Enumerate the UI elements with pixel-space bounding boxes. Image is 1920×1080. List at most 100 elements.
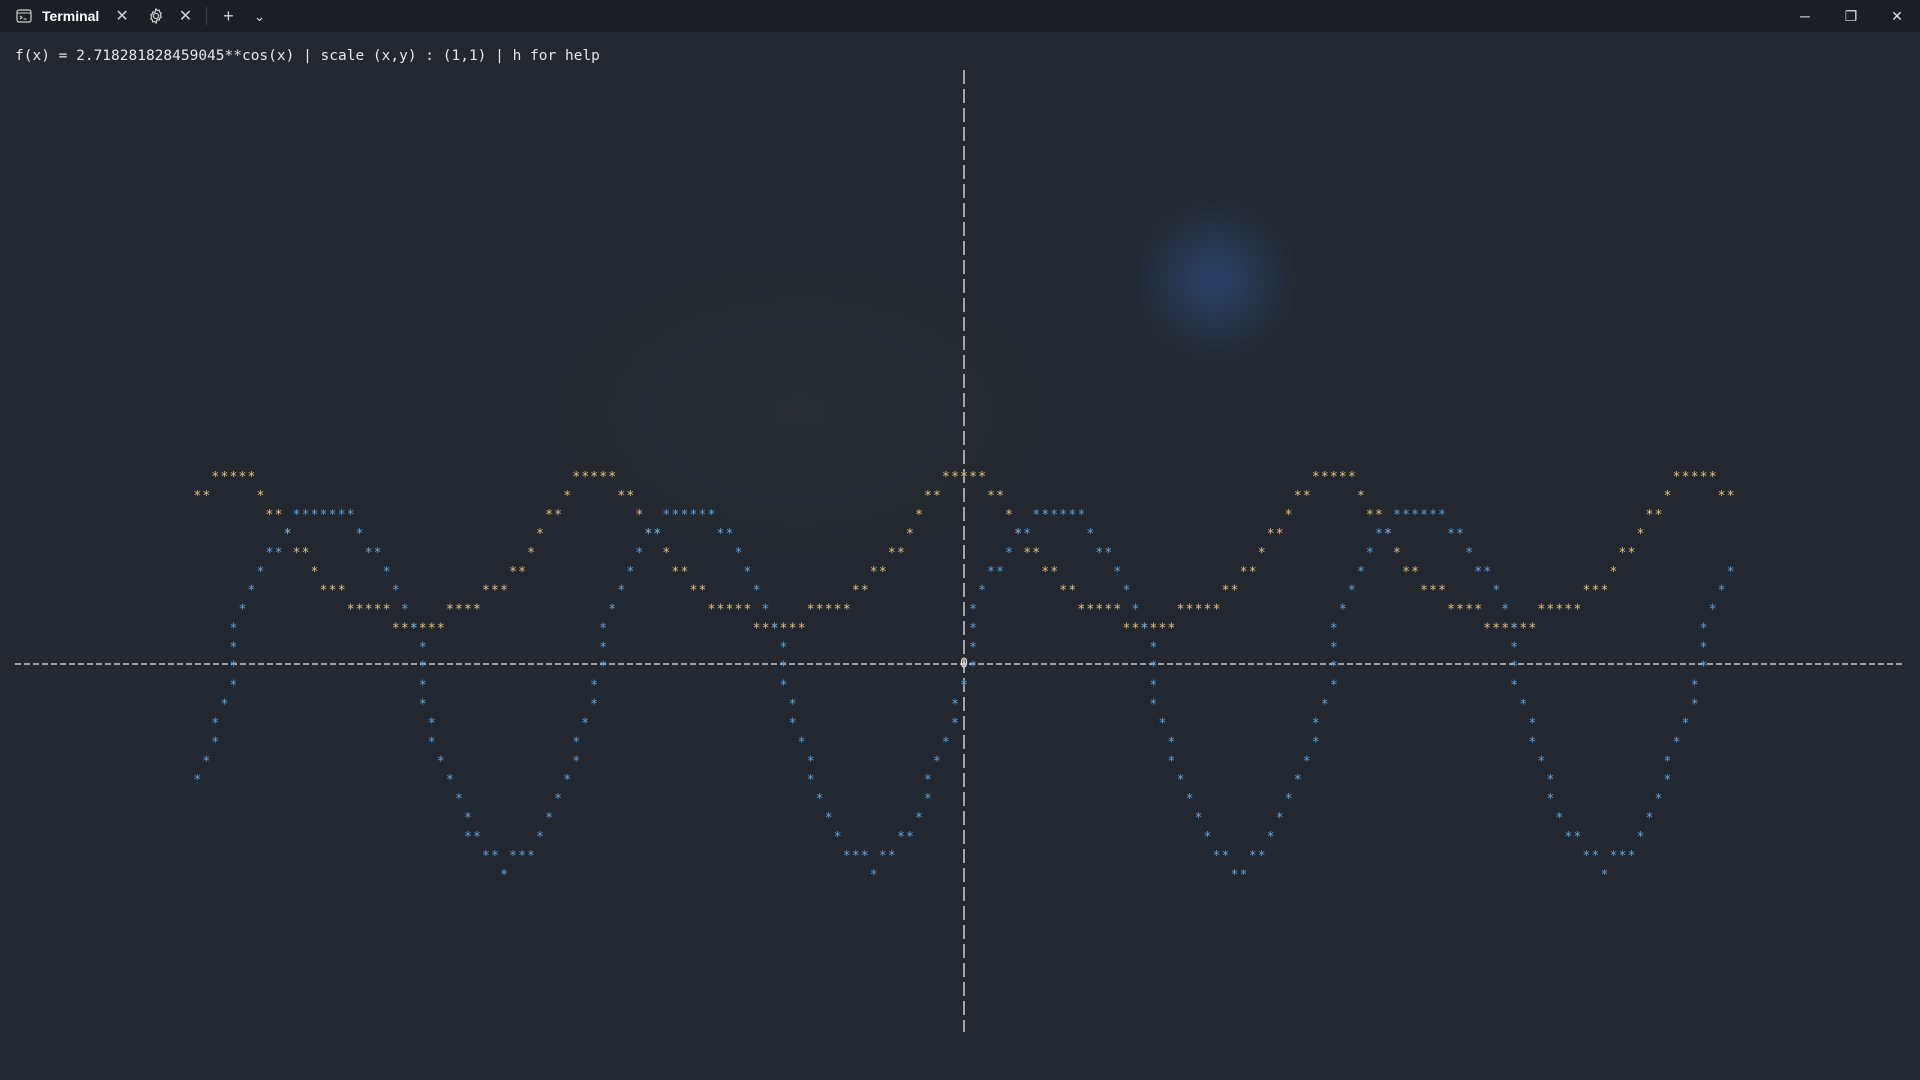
- series-secondary-point: *: [518, 849, 526, 864]
- series-secondary-point: *: [780, 678, 788, 693]
- series-secondary-point: *: [473, 830, 481, 845]
- series-primary-point: *: [257, 489, 265, 504]
- series-secondary-point: *: [1077, 508, 1085, 523]
- series-secondary-point: *: [1068, 508, 1076, 523]
- series-secondary-point: *: [464, 811, 472, 826]
- series-secondary-point: *: [1195, 811, 1203, 826]
- series-secondary-point: *: [1573, 830, 1581, 845]
- gear-icon[interactable]: [147, 7, 165, 25]
- series-primary-point: *: [1555, 603, 1563, 618]
- series-primary-point: *: [1447, 603, 1455, 618]
- series-secondary-point: *: [798, 735, 806, 750]
- series-primary-point: *: [762, 622, 770, 637]
- series-secondary-point: *: [1330, 678, 1338, 693]
- series-primary-point: *: [626, 489, 634, 504]
- series-secondary-point: *: [302, 508, 310, 523]
- tab-terminal[interactable]: Terminal ✕: [0, 0, 139, 32]
- series-secondary-point: *: [202, 754, 210, 769]
- series-secondary-point: *: [257, 565, 265, 580]
- series-primary-point: *: [1213, 603, 1221, 618]
- series-secondary-point: *: [771, 622, 779, 637]
- series-primary-point: *: [491, 584, 499, 599]
- series-primary-point: *: [1285, 508, 1293, 523]
- series-secondary-point: *: [762, 603, 770, 618]
- series-secondary-point: *: [1059, 508, 1067, 523]
- series-secondary-point: *: [545, 811, 553, 826]
- series-secondary-point: *: [1492, 584, 1500, 599]
- series-secondary-point: *: [1673, 735, 1681, 750]
- series-secondary-point: *: [1276, 811, 1284, 826]
- series-primary-point: *: [527, 546, 535, 561]
- series-secondary-point: *: [1664, 754, 1672, 769]
- series-primary-point: *: [1628, 546, 1636, 561]
- minimize-button[interactable]: ─: [1782, 0, 1828, 32]
- series-primary-point: *: [590, 470, 598, 485]
- series-secondary-point: *: [599, 660, 607, 675]
- series-primary-point: *: [1222, 584, 1230, 599]
- terminal-viewport[interactable]: 0 * * * * * * * * * * * * * * * * * * * * * * * * * * * * * * * * * * * * * * *…: [0, 32, 1920, 1080]
- series-secondary-point: *: [1150, 660, 1158, 675]
- series-secondary-point: *: [1330, 660, 1338, 675]
- series-primary-point: *: [320, 584, 328, 599]
- series-primary-point: *: [1393, 546, 1401, 561]
- series-primary-point: *: [329, 584, 337, 599]
- series-primary-point: *: [311, 565, 319, 580]
- series-secondary-point: *: [915, 811, 923, 826]
- series-primary-point: *: [933, 489, 941, 504]
- series-primary-point: *: [1727, 489, 1735, 504]
- series-secondary-point: *: [626, 565, 634, 580]
- series-secondary-point: *: [969, 622, 977, 637]
- series-primary-point: *: [554, 508, 562, 523]
- tab-close-button[interactable]: ✕: [115, 6, 128, 26]
- series-secondary-point: *: [1646, 811, 1654, 826]
- series-primary-point: *: [1637, 527, 1645, 542]
- series-secondary-point: *: [1222, 849, 1230, 864]
- new-tab-button[interactable]: +: [213, 6, 244, 27]
- series-secondary-point: *: [870, 868, 878, 883]
- maximize-button[interactable]: ❐: [1828, 0, 1874, 32]
- settings-tab-close-button[interactable]: ✕: [179, 6, 192, 26]
- series-secondary-point: *: [1555, 811, 1563, 826]
- series-secondary-point: *: [852, 849, 860, 864]
- series-secondary-point: *: [1582, 849, 1590, 864]
- tab-dropdown-button[interactable]: ⌄: [244, 8, 276, 25]
- series-primary-point: *: [1456, 603, 1464, 618]
- close-window-button[interactable]: ✕: [1874, 0, 1920, 32]
- series-secondary-point: *: [455, 792, 463, 807]
- series-primary-point: *: [581, 470, 589, 485]
- series-primary-point: *: [1113, 603, 1121, 618]
- series-secondary-point: *: [383, 565, 391, 580]
- series-primary-point: *: [1005, 508, 1013, 523]
- series-primary-point: *: [1186, 603, 1194, 618]
- series-secondary-point: *: [1375, 527, 1383, 542]
- series-secondary-point: *: [744, 565, 752, 580]
- series-secondary-point: *: [374, 546, 382, 561]
- series-secondary-point: *: [1249, 849, 1257, 864]
- tab-settings[interactable]: ✕: [139, 0, 200, 32]
- series-primary-point: *: [1159, 622, 1167, 637]
- series-primary-point: *: [293, 546, 301, 561]
- series-primary-point: *: [1050, 565, 1058, 580]
- series-primary-point: *: [915, 508, 923, 523]
- series-secondary-point: *: [554, 792, 562, 807]
- series-primary-point: *: [1068, 584, 1076, 599]
- series-primary-point: *: [1321, 470, 1329, 485]
- series-secondary-point: *: [1258, 849, 1266, 864]
- series-primary-point: *: [1131, 622, 1139, 637]
- series-secondary-point: *: [211, 716, 219, 731]
- series-secondary-point: *: [1032, 508, 1040, 523]
- series-primary-point: *: [1267, 527, 1275, 542]
- series-primary-point: *: [789, 622, 797, 637]
- series-primary-point: *: [680, 565, 688, 580]
- series-primary-point: *: [1249, 565, 1257, 580]
- series-secondary-point: *: [1321, 697, 1329, 712]
- series-secondary-point: *: [491, 849, 499, 864]
- series-primary-point: *: [1591, 584, 1599, 599]
- series-primary-point: *: [211, 470, 219, 485]
- series-secondary-point: *: [1330, 641, 1338, 656]
- series-secondary-point: *: [924, 792, 932, 807]
- series-secondary-point: *: [942, 735, 950, 750]
- series-primary-point: *: [861, 584, 869, 599]
- series-primary-point: *: [1339, 470, 1347, 485]
- series-secondary-point: *: [284, 527, 292, 542]
